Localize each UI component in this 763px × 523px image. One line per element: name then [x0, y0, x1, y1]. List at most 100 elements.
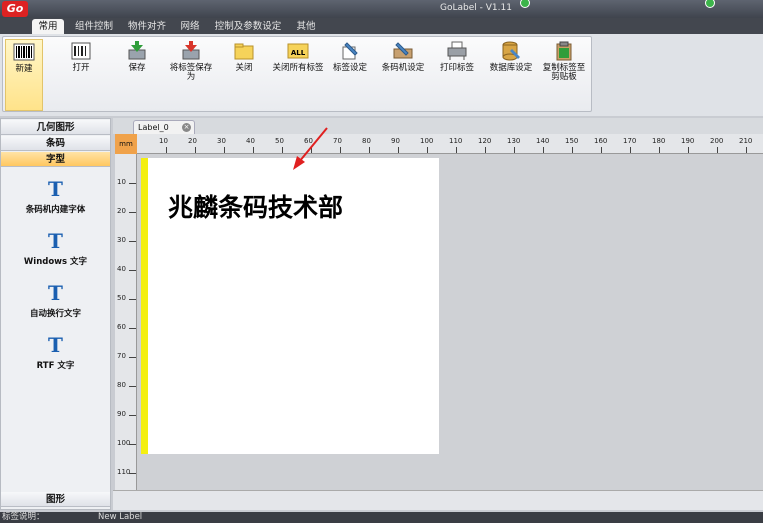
design-canvas[interactable]: 兆麟条码技术部	[137, 127, 763, 490]
close-all-label: 关闭所有标签	[272, 63, 324, 73]
ruler-h-tick: 170	[623, 137, 637, 145]
ruler-h-tick-mark	[601, 147, 602, 153]
barcode-icon	[13, 43, 35, 61]
close-all-icon: ALL	[287, 43, 309, 59]
vertical-ruler: 10 20 30 40 50 60 70 80 90 100 110	[115, 154, 137, 490]
ruler-h-tick-mark	[659, 147, 660, 153]
ruler-h-tick-mark	[253, 147, 254, 153]
database-settings-button[interactable]: 数据库设定	[485, 39, 537, 111]
ruler-v-tick: 70	[117, 352, 126, 360]
label-description-value: New Label	[98, 512, 143, 522]
ruler-h-tick: 10	[159, 137, 168, 145]
ruler-h-tick-mark	[572, 147, 573, 153]
toolbox-item-printer-font[interactable]: T 条码机内建字体	[1, 179, 110, 215]
text-t-icon: T	[48, 177, 63, 201]
ruler-v-tick-mark	[129, 183, 136, 184]
tab-other[interactable]: 其他	[292, 19, 320, 34]
status-bar: 标签说明： New Label	[0, 512, 763, 523]
rtf-text-icon: T	[48, 333, 63, 357]
open-icon	[71, 42, 91, 60]
ruler-v-tick-mark	[129, 241, 136, 242]
label-canvas[interactable]: 兆麟条码技术部	[148, 158, 439, 454]
ruler-v-tick-mark	[129, 386, 136, 387]
close-label: 关闭	[235, 63, 253, 73]
document-tab[interactable]: Label_0 ×	[133, 120, 195, 134]
ruler-h-tick-mark	[427, 147, 428, 153]
toolbox-header-font[interactable]: 字型	[1, 152, 110, 167]
new-button[interactable]: 新建	[5, 39, 43, 111]
windows-text-icon: T	[48, 229, 63, 253]
document-tab-strip: Label_0 ×	[113, 118, 763, 134]
label-description-caption: 标签说明：	[2, 512, 45, 522]
ruler-h-tick-mark	[398, 147, 399, 153]
status-check-icon-2	[705, 0, 715, 8]
close-button[interactable]: 关闭	[225, 39, 263, 111]
ruler-h-tick: 90	[391, 137, 400, 145]
ruler-h-tick: 180	[652, 137, 666, 145]
label-text-object[interactable]: 兆麟条码技术部	[168, 188, 343, 224]
tab-common[interactable]: 常用	[32, 19, 64, 34]
ruler-v-tick: 90	[117, 410, 126, 418]
toolbox-item-rtf-text[interactable]: T RTF 文字	[1, 335, 110, 371]
toolbox-header-barcode[interactable]: 条码	[1, 136, 110, 151]
tab-component-control[interactable]: 组件控制	[70, 19, 118, 34]
ruler-h-tick: 160	[594, 137, 608, 145]
save-as-button[interactable]: 将标签保存为	[167, 39, 215, 111]
ribbon: 新建 打开 保存 将标签保存为 关闭 ALL 关闭所有标签 标签设定 条码机设定	[0, 34, 763, 116]
ruler-h-tick: 200	[710, 137, 724, 145]
ruler-h-tick: 210	[739, 137, 753, 145]
ruler-v-tick-mark	[129, 299, 136, 300]
ruler-h-tick-mark	[514, 147, 515, 153]
print-label-button[interactable]: 打印标签	[435, 39, 479, 111]
toolbox-header-geometry[interactable]: 几何图形	[1, 120, 110, 135]
ruler-h-tick: 110	[449, 137, 463, 145]
ruler-h-tick: 150	[565, 137, 579, 145]
horizontal-ruler: 10 20 30 40 50 60 70 80 90 100 110 120 130 140 150 160 1…	[137, 134, 763, 154]
annotation-arrow	[293, 127, 328, 170]
toolbox-item-label: 条码机内建字体	[25, 205, 86, 215]
toolbox-header-graphics[interactable]: 图形	[1, 492, 110, 507]
label-margin	[141, 158, 148, 454]
status-check-icon	[520, 0, 530, 8]
ruler-v-tick: 80	[117, 381, 126, 389]
save-button[interactable]: 保存	[117, 39, 157, 111]
ruler-h-tick-mark	[282, 147, 283, 153]
ruler-unit: mm	[115, 134, 137, 154]
label-settings-button[interactable]: 标签设定	[329, 39, 371, 111]
tab-object-align[interactable]: 物件对齐	[124, 19, 170, 34]
ruler-h-tick: 80	[362, 137, 371, 145]
ruler-h-tick-mark	[340, 147, 341, 153]
printer-settings-button[interactable]: 条码机设定	[377, 39, 429, 111]
horizontal-scrollbar[interactable]	[113, 490, 763, 510]
document-tab-label: Label_0	[138, 123, 169, 132]
ruler-h-tick: 140	[536, 137, 550, 145]
ruler-v-tick-mark	[129, 444, 136, 445]
copy-to-clipboard-label: 复制标签至剪贴板	[542, 63, 586, 82]
tab-network[interactable]: 网络	[176, 19, 204, 34]
ruler-v-tick-mark	[129, 357, 136, 358]
ruler-h-tick-mark	[746, 147, 747, 153]
save-as-label: 将标签保存为	[169, 63, 213, 82]
toolbox-item-windows-text[interactable]: T Windows 文字	[1, 231, 110, 267]
copy-to-clipboard-button[interactable]: 复制标签至剪贴板	[539, 39, 589, 111]
tab-control-params[interactable]: 控制及参数设定	[212, 19, 284, 34]
ruler-v-tick: 100	[117, 439, 131, 447]
ruler-h-tick-mark	[195, 147, 196, 153]
ruler-h-tick: 100	[420, 137, 434, 145]
close-tab-icon[interactable]: ×	[182, 123, 191, 132]
ruler-v-tick: 60	[117, 323, 126, 331]
ruler-v-tick: 50	[117, 294, 126, 302]
title-bar: Go GoLabel - V1.11	[0, 0, 763, 18]
open-button[interactable]: 打开	[61, 39, 101, 111]
ruler-v-tick: 10	[117, 178, 126, 186]
toolbox-item-label: Windows 文字	[23, 257, 88, 267]
ruler-h-tick: 50	[275, 137, 284, 145]
ruler-h-tick-mark	[485, 147, 486, 153]
printer-settings-icon	[393, 42, 413, 59]
save-icon	[128, 41, 146, 60]
close-all-button[interactable]: ALL 关闭所有标签	[271, 39, 325, 111]
toolbox-item-wrap-text[interactable]: T 自动换行文字	[1, 283, 110, 319]
ruler-v-tick-mark	[129, 328, 136, 329]
ruler-v-tick-mark	[129, 473, 136, 474]
database-settings-label: 数据库设定	[489, 63, 533, 73]
